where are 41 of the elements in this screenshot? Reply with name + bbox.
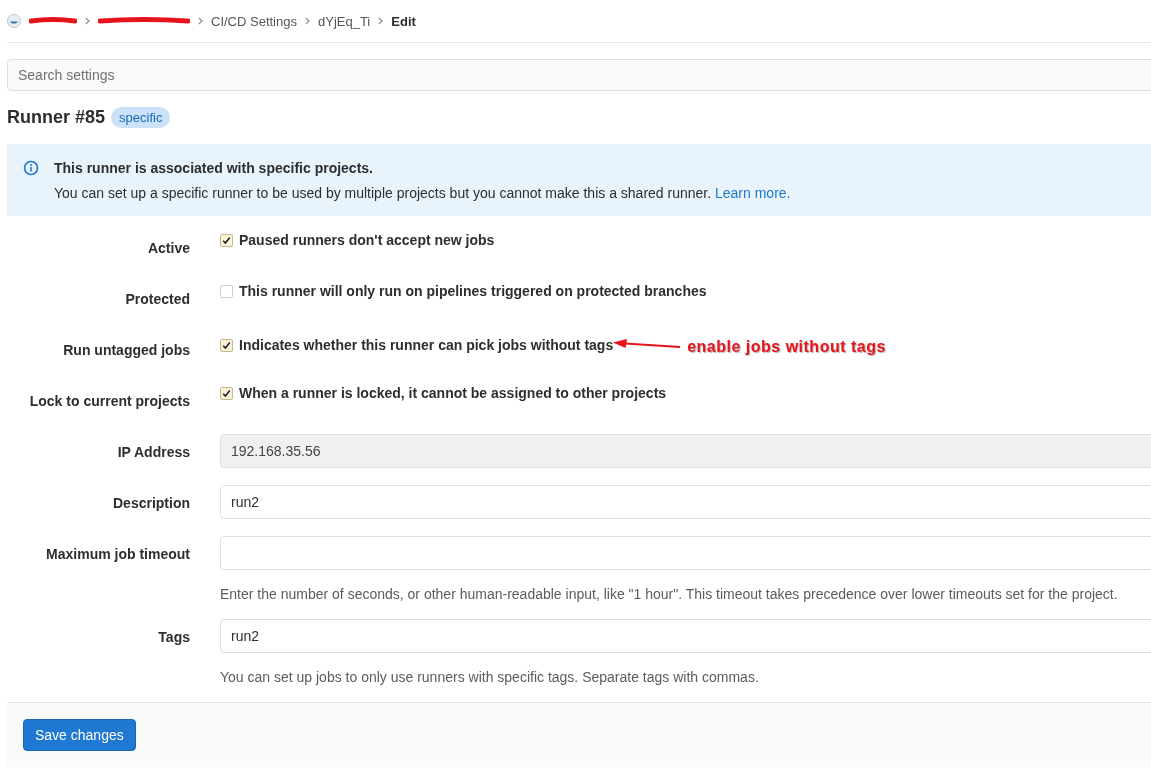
logo-icon: [7, 14, 21, 28]
field-label: Description: [112, 494, 191, 511]
field-label: Run untagged jobs: [62, 341, 191, 358]
text-field[interactable]: [220, 536, 1151, 570]
field-label: Protected: [124, 290, 191, 307]
checkbox[interactable]: [220, 386, 233, 400]
annotation-arrow: [613, 339, 682, 351]
field-label: Lock to current projects: [28, 392, 191, 409]
field-label: IP Address: [116, 443, 191, 460]
runner-type-badge: specific: [111, 107, 171, 128]
redaction-mark: [29, 17, 77, 25]
checkbox-label: This runner will only run on pipelines triggered on protected branches: [239, 283, 707, 299]
help-text: Enter the number of seconds, or other human-readable input, like "1 hour". This timeout takes precedence over lower timeouts set for the project.: [220, 586, 1119, 602]
checkbox[interactable]: [220, 284, 233, 298]
checkbox-label: When a runner is locked, it cannot be assigned to other projects: [239, 385, 667, 401]
save-button[interactable]: Save changes: [23, 719, 136, 751]
learn-more-link[interactable]: Learn more.: [715, 185, 791, 201]
alert-text: You can set up a specific runner to be used by multiple projects but you cannot make this a shared runner. Learn more.: [54, 185, 791, 201]
breadcrumb-link[interactable]: CI/CD Settings: [211, 13, 297, 29]
breadcrumb-current: Edit: [391, 13, 416, 29]
field-label: Active: [146, 239, 191, 256]
chevron-icon: [378, 17, 384, 25]
runner-title: Runner #85: [7, 107, 106, 128]
checkbox-label: Paused runners don't accept new jobs: [239, 232, 495, 248]
field-label: Tags: [157, 628, 191, 645]
field-label: Maximum job timeout: [45, 545, 191, 562]
alert-title: This runner is associated with specific projects.: [54, 160, 374, 176]
text-field[interactable]: run2: [220, 485, 1151, 519]
chevron-icon: [85, 17, 90, 25]
chevron-icon: [198, 17, 203, 25]
text-field[interactable]: 192.168.35.56: [220, 434, 1151, 468]
help-text: You can set up jobs to only use runners with specific tags. Separate tags with commas.: [220, 669, 760, 685]
info-icon: [23, 160, 39, 176]
search-field[interactable]: Search settings: [7, 59, 1151, 91]
annotation-text: enable jobs without tags: [687, 338, 886, 356]
text-field[interactable]: run2: [220, 619, 1151, 653]
checkbox[interactable]: [220, 233, 233, 247]
breadcrumb-link[interactable]: dYjEq_Ti: [318, 13, 371, 29]
chevron-icon: [305, 17, 310, 25]
checkbox-label: Indicates whether this runner can pick jobs without tags: [239, 337, 614, 353]
checkbox[interactable]: [220, 338, 233, 352]
